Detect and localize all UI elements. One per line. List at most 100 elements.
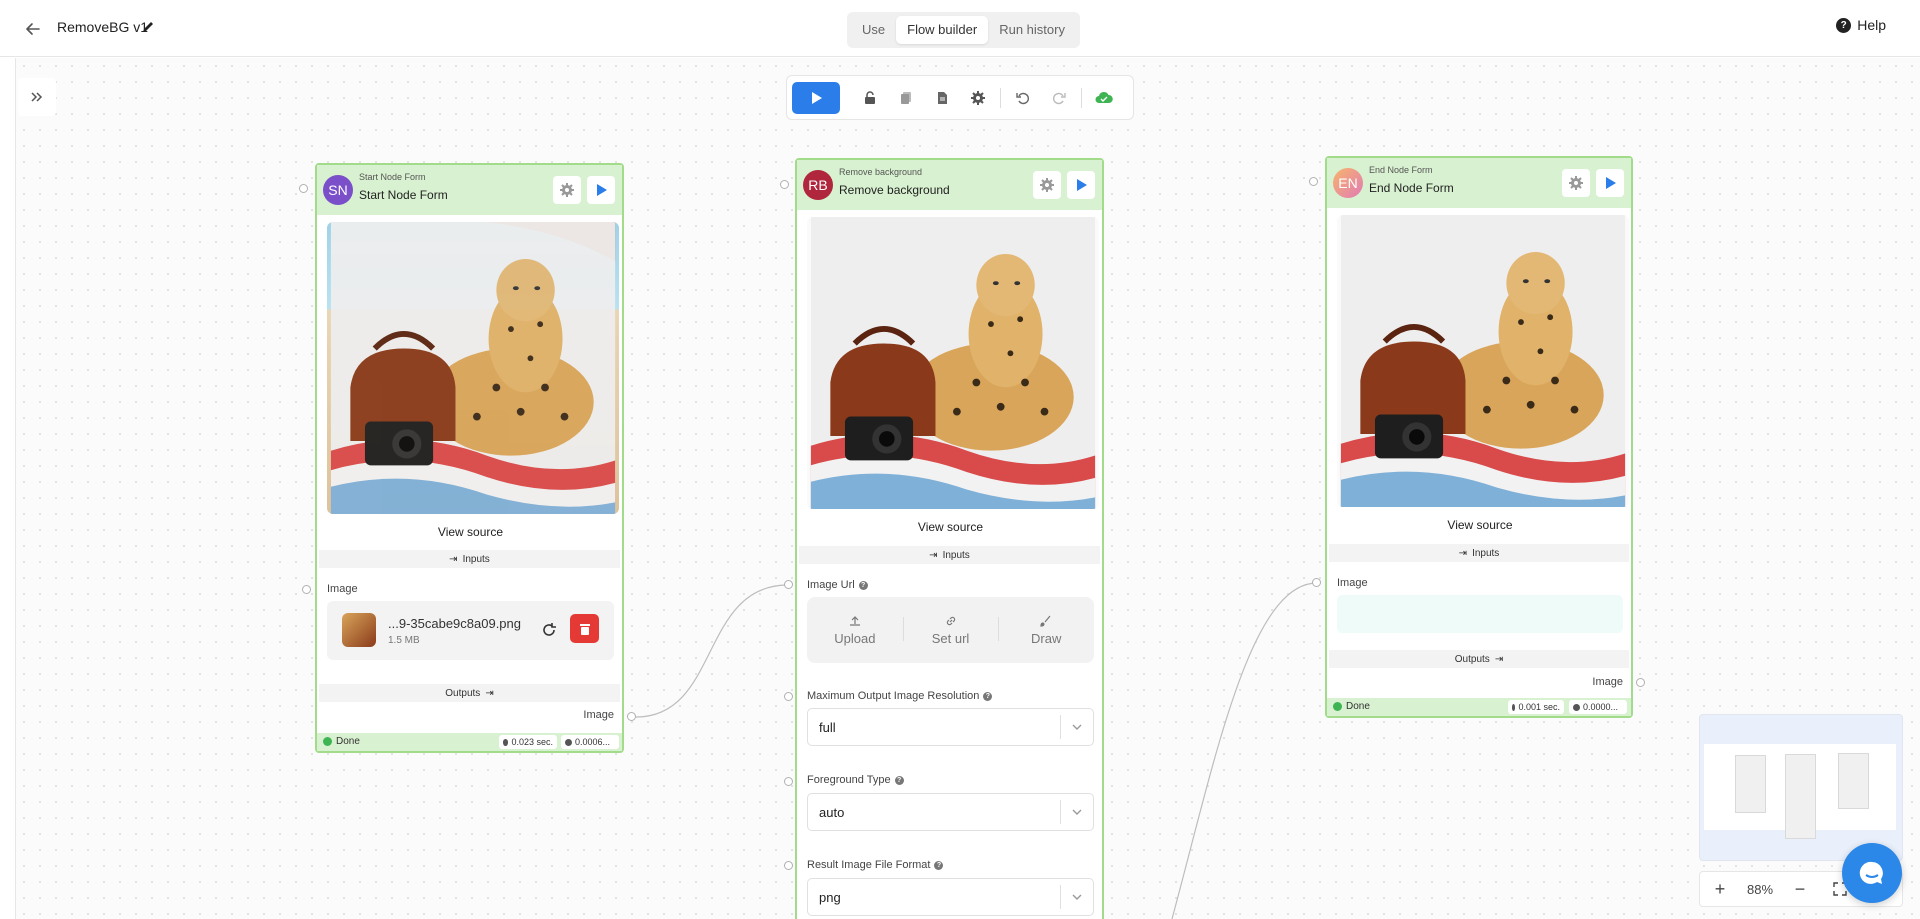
delete-file-button[interactable]	[570, 614, 599, 643]
node-input-port[interactable]	[1309, 177, 1318, 186]
play-icon	[1606, 177, 1616, 189]
minimap-node	[1735, 755, 1766, 813]
node-run-button[interactable]	[1596, 169, 1624, 197]
minimap-viewport	[1704, 744, 1896, 839]
node-settings-button[interactable]	[1562, 169, 1590, 197]
play-icon	[597, 184, 607, 196]
cloud-save-button[interactable]	[1086, 82, 1122, 114]
help-icon[interactable]: ?	[934, 860, 944, 870]
end-node[interactable]: EN End Node Form End Node Form View sour…	[1325, 156, 1633, 718]
zoom-out-button[interactable]: −	[1780, 871, 1820, 907]
foreground-type-select[interactable]: auto	[807, 793, 1094, 831]
view-source-link[interactable]: View source	[1332, 518, 1628, 532]
resolution-input-port[interactable]	[784, 692, 793, 701]
refresh-icon[interactable]	[540, 621, 558, 639]
check-circle-icon	[1333, 702, 1342, 711]
image-source-options: Upload Set url Draw	[807, 597, 1094, 663]
avatar: EN	[1333, 168, 1363, 198]
node-input-port[interactable]	[299, 184, 308, 193]
inputs-label: Inputs	[1472, 547, 1500, 559]
copy-button[interactable]	[888, 82, 924, 114]
inputs-label: Inputs	[462, 553, 490, 565]
set-url-label: Set url	[931, 630, 970, 646]
remove-background-node[interactable]: RB Remove background Remove background V…	[795, 158, 1104, 919]
resolution-label-text: Maximum Output Image Resolution	[807, 690, 980, 702]
image-url-label: Image Url ?	[807, 579, 868, 591]
node-subtitle: Start Node Form	[359, 172, 426, 182]
tab-flow-builder[interactable]: Flow builder	[896, 16, 989, 44]
format-input-port[interactable]	[784, 861, 793, 870]
outputs-label: Outputs	[445, 687, 481, 699]
node-status-footer: Done 0.001 sec. 0.0000...	[1327, 698, 1631, 716]
status-label: Done	[336, 736, 360, 747]
view-source-link[interactable]: View source	[322, 525, 619, 539]
help-icon[interactable]: ?	[983, 691, 993, 701]
support-chat-button[interactable]	[1842, 843, 1902, 903]
settings-button[interactable]	[960, 82, 996, 114]
time-badge: 0.001 sec.	[1508, 700, 1564, 714]
select-value: png	[819, 890, 841, 905]
inputs-bar: ⇥ Inputs	[1329, 544, 1629, 562]
start-node[interactable]: SN Start Node Form Start Node Form View …	[315, 163, 624, 753]
node-status-footer: Done 0.023 sec. 0.0006...	[317, 733, 622, 751]
foreground-label: Foreground Type ?	[807, 774, 904, 786]
help-icon[interactable]: ?	[858, 580, 868, 590]
help-button[interactable]: ? Help	[1836, 17, 1886, 33]
field-input-port[interactable]	[302, 585, 311, 594]
resolution-label: Maximum Output Image Resolution ?	[807, 690, 993, 702]
image-field-label: Image	[1337, 577, 1368, 589]
redo-button[interactable]	[1041, 82, 1077, 114]
draw-option[interactable]: Draw	[998, 597, 1094, 663]
select-divider	[1060, 800, 1061, 824]
minimap[interactable]	[1699, 714, 1903, 861]
upload-label: Upload	[834, 630, 876, 646]
coin-icon	[1573, 703, 1580, 711]
output-port[interactable]	[627, 712, 636, 721]
resolution-select[interactable]: full	[807, 708, 1094, 746]
file-format-select[interactable]: png	[807, 878, 1094, 916]
draw-label: Draw	[1031, 630, 1062, 646]
node-header: EN End Node Form End Node Form	[1327, 158, 1631, 208]
view-tabs: Use Flow builder Run history	[847, 12, 1080, 48]
link-icon	[946, 616, 955, 625]
expand-sidebar-button[interactable]	[18, 78, 56, 116]
help-icon[interactable]: ?	[894, 775, 904, 785]
clock-icon	[503, 738, 509, 746]
run-flow-button[interactable]	[792, 81, 840, 114]
image-url-label-text: Image Url	[807, 579, 855, 591]
node-settings-button[interactable]	[553, 176, 581, 204]
output-port[interactable]	[1636, 678, 1645, 687]
tab-use[interactable]: Use	[851, 16, 896, 44]
preview-image	[1337, 215, 1629, 507]
node-settings-button[interactable]	[1033, 171, 1061, 199]
node-run-button[interactable]	[587, 176, 615, 204]
copy-icon	[901, 91, 911, 104]
avatar: SN	[323, 175, 353, 205]
tab-run-history[interactable]: Run history	[988, 16, 1076, 44]
outputs-label: Outputs	[1454, 653, 1490, 665]
unlock-button[interactable]	[852, 82, 888, 114]
undo-button[interactable]	[1005, 82, 1041, 114]
view-source-link[interactable]: View source	[802, 520, 1099, 534]
file-size: 1.5 MB	[388, 635, 420, 646]
zoom-in-button[interactable]: +	[1700, 871, 1740, 907]
unlock-icon	[865, 90, 875, 104]
back-arrow-icon[interactable]	[22, 18, 44, 40]
node-input-port[interactable]	[780, 180, 789, 189]
image-input-port[interactable]	[1312, 578, 1321, 587]
toolbar-divider	[1081, 87, 1082, 108]
set-url-option[interactable]: Set url	[902, 597, 999, 663]
upload-option[interactable]: Upload	[807, 597, 903, 663]
node-run-button[interactable]	[1067, 171, 1095, 199]
input-arrow-icon: ⇥	[1458, 547, 1468, 559]
image-url-input-port[interactable]	[784, 580, 793, 589]
upload-icon	[849, 615, 860, 626]
cloud-check-icon	[1095, 91, 1113, 103]
avatar: RB	[803, 170, 833, 200]
time-badge: 0.023 sec.	[499, 735, 557, 749]
document-button[interactable]	[924, 82, 960, 114]
foreground-input-port[interactable]	[784, 777, 793, 786]
play-icon	[1077, 179, 1087, 191]
play-icon	[812, 91, 822, 104]
pencil-icon[interactable]	[140, 19, 156, 35]
